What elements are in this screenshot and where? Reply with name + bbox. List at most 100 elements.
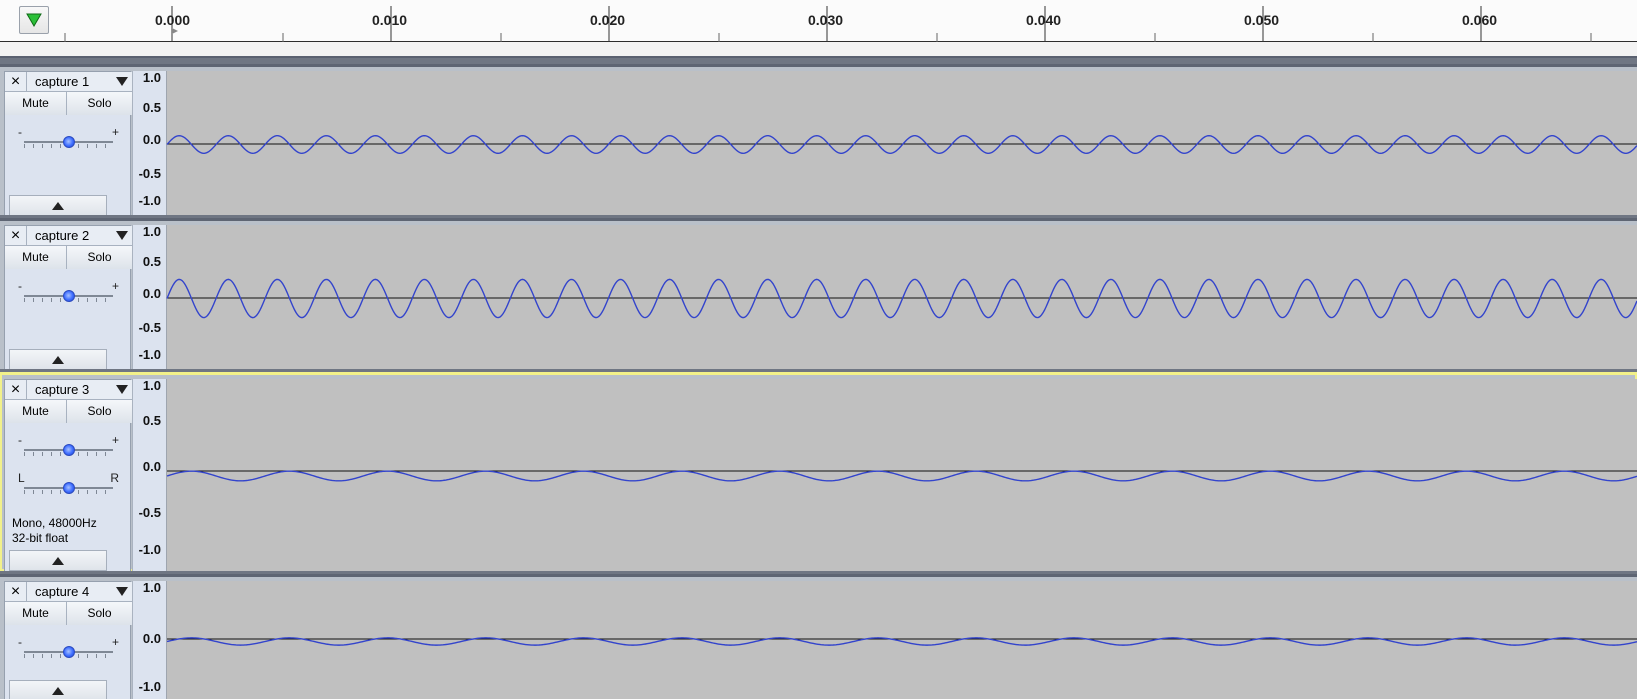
waveform-area[interactable] (166, 225, 1637, 369)
pan-slider-knob[interactable] (63, 482, 75, 494)
track-menu-icon[interactable] (116, 587, 128, 596)
gain-slider[interactable]: - + (18, 434, 119, 460)
close-track-button[interactable]: × (5, 72, 27, 92)
pan-slider[interactable]: L R (18, 472, 119, 498)
scale-label-middle: 0.0 (142, 132, 161, 147)
track-buttons: Mute Solo (5, 246, 132, 269)
time-tick-0: 0.000 (155, 12, 191, 28)
gain-slider[interactable]: - + (18, 636, 119, 662)
scale-label-bottom: -1.0 (138, 679, 161, 694)
track-menu-icon[interactable] (116, 385, 128, 394)
pan-left-label: L (18, 471, 25, 485)
track-1[interactable]: × capture 1 Mute Solo - + 1.0 0.5 0.0 -0… (0, 64, 1637, 215)
track-buttons: Mute Solo (5, 602, 132, 625)
gain-plus-label: + (111, 125, 119, 139)
scale-label-lower: -0.5 (138, 320, 161, 335)
solo-button[interactable]: Solo (67, 92, 132, 115)
timeline-bottom-bar (0, 42, 1637, 58)
scale-label-bottom: -1.0 (138, 193, 161, 208)
gain-slider-knob[interactable] (63, 444, 75, 456)
gain-minus-label: - (18, 635, 22, 649)
collapse-track-button[interactable] (9, 680, 107, 699)
mute-button[interactable]: Mute (5, 400, 67, 423)
scale-label-middle: 0.0 (142, 286, 161, 301)
waveform-svg (166, 637, 1637, 646)
mute-button[interactable]: Mute (5, 602, 67, 625)
track-2[interactable]: × capture 2 Mute Solo - + 1.0 0.5 0.0 -0… (0, 218, 1637, 369)
gain-slider[interactable]: - + (18, 280, 119, 306)
track-control-panel: × capture 3 Mute Solo - + L R Mono, 4800… (4, 379, 132, 571)
amplitude-scale: 1.0 0.5 0.0 -0.5 -1.0 (132, 225, 166, 369)
gain-slider[interactable]: - + (18, 126, 119, 152)
track-buttons: Mute Solo (5, 400, 132, 423)
track-menu-icon[interactable] (116, 77, 128, 86)
solo-button[interactable]: Solo (67, 400, 132, 423)
scale-label-top: 1.0 (142, 70, 161, 85)
scale-label-lower: -0.5 (138, 505, 161, 520)
waveform-area[interactable] (166, 581, 1637, 699)
close-track-button[interactable]: × (5, 380, 27, 400)
track-control-panel: × capture 1 Mute Solo - + (4, 71, 132, 215)
collapse-track-button[interactable] (9, 550, 107, 571)
waveform-svg (166, 134, 1637, 155)
gain-minus-label: - (18, 279, 22, 293)
gain-minus-label: - (18, 125, 22, 139)
time-tick-2: 0.020 (590, 12, 626, 28)
track-header: × capture 4 (5, 582, 132, 602)
scale-label-upper: 0.5 (142, 100, 161, 115)
track-format-line-2: 32-bit float (12, 531, 69, 545)
gain-plus-label: + (111, 635, 119, 649)
gain-minus-label: - (18, 433, 22, 447)
time-tick-5: 0.050 (1244, 12, 1280, 28)
track-3[interactable]: × capture 3 Mute Solo - + L R Mono, 4800… (0, 372, 1637, 571)
waveform-path (166, 470, 1637, 482)
scale-label-top: 1.0 (142, 378, 161, 393)
track-format-line-1: Mono, 48000Hz (12, 516, 97, 530)
waveform-area[interactable] (166, 379, 1637, 571)
solo-button[interactable]: Solo (67, 602, 132, 625)
scale-label-upper: 0.5 (142, 254, 161, 269)
gain-plus-label: + (111, 279, 119, 293)
collapse-track-button[interactable] (9, 349, 107, 369)
solo-button[interactable]: Solo (67, 246, 132, 269)
track-name[interactable]: capture 3 (35, 383, 89, 397)
track-4[interactable]: × capture 4 Mute Solo - + 1.0 0.0 -1.0 (0, 574, 1637, 699)
waveform-svg (166, 278, 1637, 319)
waveform-svg (166, 470, 1637, 482)
scale-label-upper: 0.5 (142, 413, 161, 428)
track-header: × capture 2 (5, 226, 132, 246)
track-buttons: Mute Solo (5, 92, 132, 115)
time-tick-3: 0.030 (808, 12, 844, 28)
close-track-button[interactable]: × (5, 226, 27, 246)
mute-button[interactable]: Mute (5, 246, 67, 269)
track-name[interactable]: capture 2 (35, 229, 89, 243)
track-menu-icon[interactable] (116, 231, 128, 240)
waveform-path (166, 134, 1637, 155)
close-track-button[interactable]: × (5, 582, 27, 602)
scale-label-lower: -0.5 (138, 166, 161, 181)
amplitude-scale: 1.0 0.5 0.0 -0.5 -1.0 (132, 71, 166, 215)
scale-label-top: 1.0 (142, 224, 161, 239)
track-format-info: Mono, 48000Hz 32-bit float (12, 516, 97, 546)
scale-label-bottom: -1.0 (138, 347, 161, 362)
gain-slider-knob[interactable] (63, 290, 75, 302)
collapse-track-button[interactable] (9, 195, 107, 215)
timeline-ruler[interactable]: 0.000 0.010 0.020 0.030 0.040 0.050 0.06… (0, 0, 1637, 58)
waveform-area[interactable] (166, 71, 1637, 215)
mute-button[interactable]: Mute (5, 92, 67, 115)
scale-label-middle: 0.0 (142, 631, 161, 646)
scale-label-bottom: -1.0 (138, 542, 161, 557)
time-tick-1: 0.010 (372, 12, 408, 28)
track-header: × capture 3 (5, 380, 132, 400)
gain-slider-knob[interactable] (63, 646, 75, 658)
pan-right-label: R (110, 471, 119, 485)
track-name[interactable]: capture 4 (35, 585, 89, 599)
time-tick-4: 0.040 (1026, 12, 1062, 28)
amplitude-scale: 1.0 0.5 0.0 -0.5 -1.0 (132, 379, 166, 571)
gain-plus-label: + (111, 433, 119, 447)
audio-editor-window: 0.000 0.010 0.020 0.030 0.040 0.050 0.06… (0, 0, 1637, 699)
scale-label-middle: 0.0 (142, 459, 161, 474)
track-name[interactable]: capture 1 (35, 75, 89, 89)
amplitude-scale: 1.0 0.0 -1.0 (132, 581, 166, 699)
gain-slider-knob[interactable] (63, 136, 75, 148)
